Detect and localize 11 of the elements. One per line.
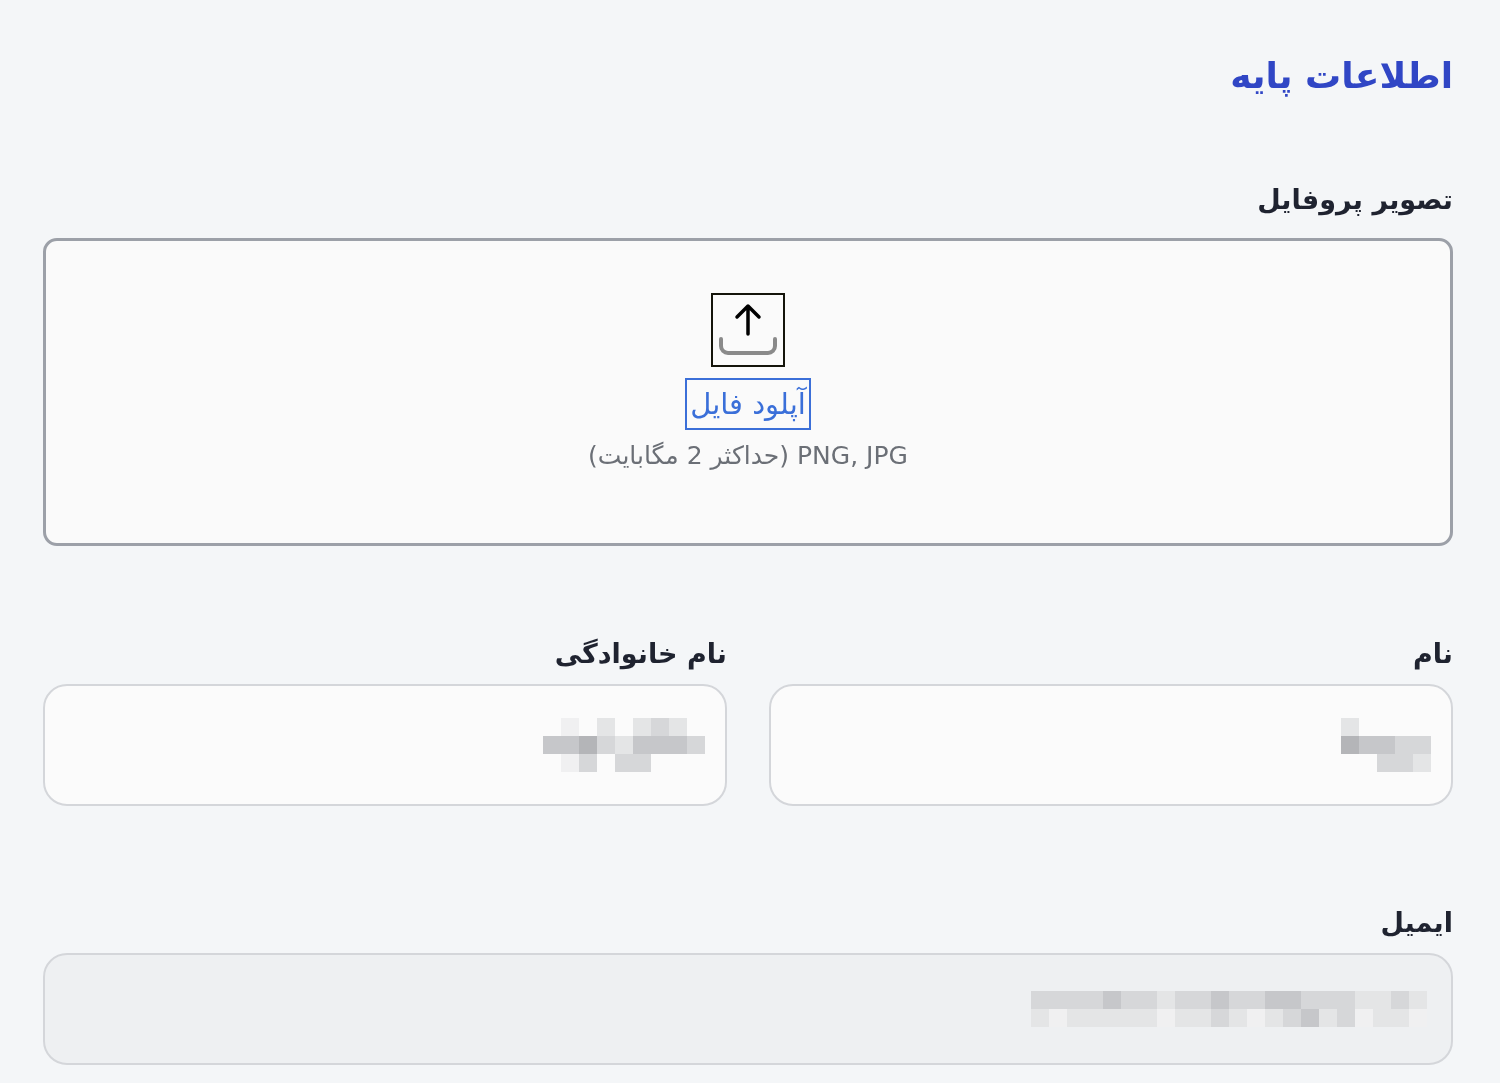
field-label: تصویر پروفایل [1257,183,1453,218]
input-field[interactable] [769,684,1453,806]
upload-link[interactable]: آپلود فایل [685,378,811,430]
input-field[interactable] [43,684,727,806]
section-title: اطلاعات پایه [1230,54,1453,99]
field-label: نام خانوادگی [554,637,727,672]
upload-hint: PNG, JPG (حداکثر 2 مگابایت) [588,440,908,472]
file-dropzone[interactable]: آپلود فایل PNG, JPG (حداکثر 2 مگابایت) [43,238,1453,546]
field-label: نام [1412,637,1453,672]
field-label: ایمیل [1380,906,1453,940]
upload-icon[interactable] [711,293,785,367]
